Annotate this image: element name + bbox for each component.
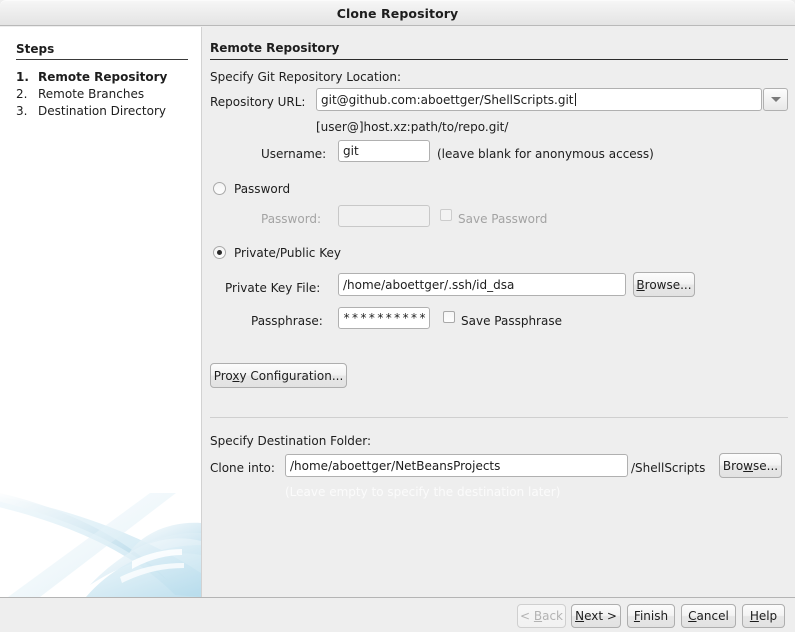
steps-heading-underline xyxy=(16,59,188,60)
username-hint: (leave blank for anonymous access) xyxy=(437,147,654,161)
finish-button-label: Finish xyxy=(633,609,669,623)
sidebar-item-destination-directory: 3. Destination Directory xyxy=(16,103,196,120)
cancel-button-label: Cancel xyxy=(688,609,729,623)
save-passphrase-label: Save Passphrase xyxy=(461,314,562,328)
cancel-button[interactable]: Cancel xyxy=(681,604,736,628)
steps-heading: Steps xyxy=(16,42,55,56)
private-key-file-input[interactable]: /home/aboettger/.ssh/id_dsa xyxy=(338,273,626,296)
decorative-swoosh-graphic xyxy=(0,477,201,597)
section-divider xyxy=(210,417,788,418)
page-title: Remote Repository xyxy=(210,41,340,55)
step-label: Destination Directory xyxy=(38,104,166,118)
private-public-key-label-text: Private/Public Key xyxy=(234,246,341,260)
destination-empty-hint: (Leave empty to specify the destination … xyxy=(285,485,561,499)
private-public-key-radio[interactable] xyxy=(213,246,226,259)
steps-panel: Steps 1. Remote Repository 2. Remote Bra… xyxy=(0,27,202,597)
title-bar: Clone Repository xyxy=(0,0,795,26)
step-number: 3. xyxy=(16,104,28,118)
sidebar-item-remote-repository: 1. Remote Repository xyxy=(16,69,196,86)
password-input[interactable] xyxy=(338,205,430,227)
step-number: 2. xyxy=(16,87,28,101)
clone-into-label: Clone into: xyxy=(210,461,275,475)
repository-url-input[interactable]: git@github.com:aboettger/ShellScripts.gi… xyxy=(316,88,762,111)
private-key-browse-label: Browse... xyxy=(636,277,692,292)
step-label: Remote Repository xyxy=(38,70,168,84)
dialog-button-bar: < Back Next > Finish Cancel Help xyxy=(0,597,795,632)
username-label: Username: xyxy=(261,147,327,161)
help-button-label: Help xyxy=(749,609,778,623)
proxy-configuration-label: Proxy Configuration... xyxy=(213,368,344,383)
private-key-file-label: Private Key File: xyxy=(225,281,321,295)
step-label: Remote Branches xyxy=(38,87,145,101)
private-public-key-radio-label[interactable]: Private/Public Key xyxy=(234,246,341,260)
step-number: 1. xyxy=(16,70,29,84)
chevron-down-icon xyxy=(770,97,781,102)
help-button[interactable]: Help xyxy=(742,604,785,628)
password-radio-label-text: Password xyxy=(234,182,291,196)
page-title-underline xyxy=(210,59,788,60)
passphrase-label: Passphrase: xyxy=(251,314,323,328)
clone-into-input[interactable]: /home/aboettger/NetBeansProjects xyxy=(285,454,628,477)
specify-location-label: Specify Git Repository Location: xyxy=(210,70,402,84)
back-button[interactable]: < Back xyxy=(517,604,566,628)
back-button-label: < Back xyxy=(519,609,563,623)
save-passphrase-checkbox[interactable] xyxy=(443,311,455,323)
clone-into-browse-button[interactable]: Browse... xyxy=(719,453,782,478)
passphrase-input[interactable]: ********** xyxy=(338,307,430,329)
password-field-label: Password: xyxy=(261,212,322,226)
repository-url-format-hint: [user@]host.xz:path/to/repo.git/ xyxy=(316,120,509,134)
repository-url-label: Repository URL: xyxy=(210,95,306,109)
destination-section-label: Specify Destination Folder: xyxy=(210,434,372,448)
proxy-configuration-button[interactable]: Proxy Configuration... xyxy=(210,363,347,388)
private-key-browse-button[interactable]: Browse... xyxy=(633,272,695,297)
next-button[interactable]: Next > xyxy=(571,604,621,628)
username-input[interactable]: git xyxy=(338,140,430,162)
password-radio-label[interactable]: Password xyxy=(234,182,290,196)
window-title: Clone Repository xyxy=(336,6,459,21)
steps-list: 1. Remote Repository 2. Remote Branches … xyxy=(16,69,196,120)
save-password-label: Save Password xyxy=(458,212,548,226)
clone-into-browse-label: Browse... xyxy=(722,458,779,473)
clone-repository-dialog: Clone Repository Steps 1. Remote Reposit… xyxy=(0,0,795,632)
next-button-label: Next > xyxy=(575,609,617,623)
main-content: Remote Repository Specify Git Repository… xyxy=(203,27,795,597)
save-password-checkbox[interactable] xyxy=(440,209,452,221)
finish-button[interactable]: Finish xyxy=(627,604,675,628)
clone-into-suffix: /ShellScripts xyxy=(631,461,706,475)
repository-url-dropdown-button[interactable] xyxy=(763,88,788,111)
password-radio[interactable] xyxy=(213,182,226,195)
sidebar-item-remote-branches: 2. Remote Branches xyxy=(16,86,196,103)
